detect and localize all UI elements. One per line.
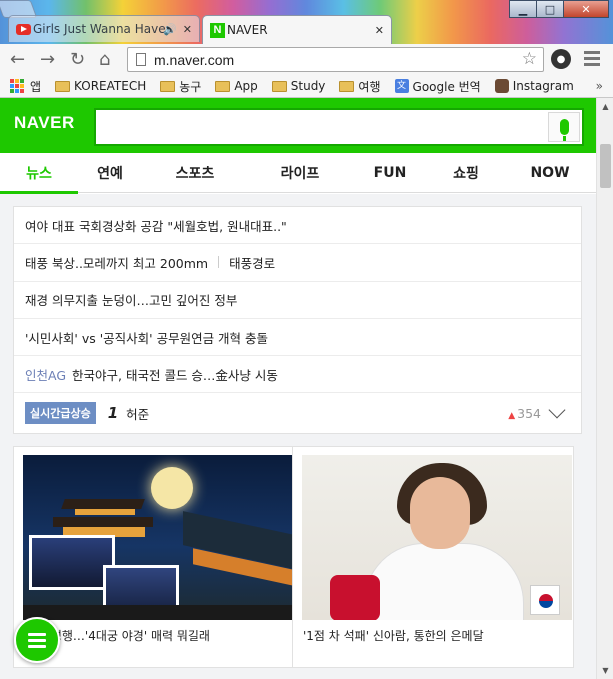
bookmark-koreatech[interactable]: KOREATECH bbox=[55, 79, 146, 93]
realtime-trending[interactable]: 실시간급상승 1 허준 ▲ 354 bbox=[14, 393, 581, 433]
trending-keyword: 허준 bbox=[126, 406, 150, 422]
typhoon-route-link[interactable]: 태풍경로 bbox=[229, 253, 275, 272]
google-translate-icon: 文 bbox=[394, 79, 409, 93]
vertical-scrollbar[interactable]: ▲ ▼ bbox=[596, 98, 613, 679]
arrow-up-icon: ▲ bbox=[508, 410, 516, 421]
folder-icon bbox=[271, 80, 287, 92]
tab-news[interactable]: 뉴스 bbox=[0, 153, 78, 194]
tab-title: NAVER bbox=[227, 23, 268, 37]
bookmark-google-translate[interactable]: 文 Google 번역 bbox=[394, 78, 481, 95]
bookmark-instagram[interactable]: Instagram bbox=[494, 79, 574, 93]
moon bbox=[151, 467, 193, 509]
tab-shopping[interactable]: 쇼핑 bbox=[428, 153, 504, 193]
photo-caption: '1점 차 석패' 신아람, 통한의 은메달 bbox=[303, 629, 484, 643]
scroll-up-icon[interactable]: ▲ bbox=[597, 98, 613, 115]
floating-menu-button[interactable] bbox=[14, 617, 60, 663]
tab-naver[interactable]: N NAVER ✕ bbox=[202, 15, 392, 44]
tab-entertainment[interactable]: 연예 bbox=[78, 153, 142, 193]
headline-item[interactable]: 재경 의무지출 눈덩이…고민 깊어진 정부 bbox=[14, 282, 581, 319]
tab-youtube[interactable]: Girls Just Wanna Have 🔊 ✕ bbox=[8, 15, 200, 42]
extension-icon[interactable]: ● bbox=[551, 49, 571, 69]
naver-logo[interactable]: NAVER bbox=[14, 113, 75, 133]
page-icon bbox=[136, 53, 146, 66]
scroll-down-icon[interactable]: ▼ bbox=[597, 662, 613, 679]
tab-life[interactable]: 라이프 bbox=[248, 153, 352, 193]
headline-item[interactable]: 인천AG 한국야구, 태국전 콜드 승…金사냥 시동 bbox=[14, 356, 581, 394]
back-icon[interactable]: ← bbox=[10, 49, 25, 70]
trending-rank: 1 bbox=[107, 404, 119, 423]
tab-sports[interactable]: 스포츠 bbox=[142, 153, 248, 193]
speaker-icon: 🔊 bbox=[163, 22, 177, 36]
trending-badge: 실시간급상승 bbox=[25, 402, 96, 425]
bookmark-basketball[interactable]: 농구 bbox=[160, 78, 201, 95]
naver-icon: N bbox=[210, 22, 225, 38]
naver-header: NAVER bbox=[0, 98, 596, 153]
scroll-thumb[interactable] bbox=[600, 144, 611, 188]
tab-fun[interactable]: FUN bbox=[352, 153, 428, 193]
tab-now[interactable]: NOW bbox=[504, 153, 596, 193]
tab-title: Girls Just Wanna Have bbox=[33, 22, 166, 36]
apps-icon bbox=[10, 79, 24, 93]
divider bbox=[218, 256, 220, 269]
trending-count: ▲ 354 bbox=[508, 405, 541, 421]
fencer-photo bbox=[302, 455, 572, 620]
headline-item[interactable]: 여야 대표 국회경상화 공감 "세월호법, 원내대표.." bbox=[14, 207, 581, 245]
close-tab-icon[interactable]: ✕ bbox=[375, 24, 384, 37]
minimize-button[interactable]: ▁ bbox=[509, 0, 537, 18]
photo-news-card[interactable]: '1점 차 석패' 신아람, 통한의 은메달 bbox=[292, 446, 574, 668]
home-icon[interactable]: ⌂ bbox=[99, 49, 110, 70]
photo-caption: …지 성행…'4대궁 야경' 매력 뭐길래 bbox=[24, 629, 210, 643]
youtube-icon bbox=[16, 23, 31, 35]
forward-icon[interactable]: → bbox=[40, 49, 55, 70]
chevron-down-icon[interactable] bbox=[548, 401, 566, 419]
browser-toolbar: ← → ↻ ⌂ m.naver.com ☆ ● bbox=[0, 44, 613, 75]
folder-icon bbox=[215, 80, 231, 92]
bookmarks-bar: 앱 KOREATECH 농구 App Study 여행 文 Google 번역 I… bbox=[0, 75, 613, 98]
bookmark-app[interactable]: App bbox=[215, 79, 258, 93]
voice-search-button[interactable] bbox=[548, 112, 580, 142]
headline-list: 여야 대표 국회경상화 공감 "세월호법, 원내대표.." 태풍 북상..모레까… bbox=[13, 206, 582, 434]
address-bar[interactable]: m.naver.com ☆ bbox=[127, 47, 544, 72]
microphone-icon bbox=[559, 119, 569, 141]
palace-night-photo bbox=[23, 455, 293, 620]
url-text: m.naver.com bbox=[154, 51, 235, 68]
maximize-button[interactable]: □ bbox=[536, 0, 564, 18]
folder-icon bbox=[160, 80, 176, 92]
window-controls: ▁ □ ✕ bbox=[509, 0, 609, 18]
headline-item[interactable]: 태풍 북상..모레까지 최고 200mm 태풍경로 bbox=[14, 244, 581, 282]
headline-item[interactable]: '시민사회' vs '공직사회' 공무원연금 개혁 충돌 bbox=[14, 319, 581, 357]
folder-icon bbox=[339, 80, 355, 92]
close-tab-icon[interactable]: ✕ bbox=[183, 23, 192, 36]
bookmark-apps[interactable]: 앱 bbox=[10, 78, 41, 95]
reload-icon[interactable]: ↻ bbox=[70, 49, 85, 70]
asian-games-tag: 인천AG bbox=[25, 367, 67, 383]
bookmark-study[interactable]: Study bbox=[271, 79, 325, 93]
bookmark-travel[interactable]: 여행 bbox=[339, 78, 381, 95]
close-window-button[interactable]: ✕ bbox=[563, 0, 609, 18]
page-viewport: NAVER 뉴스 연예 스포츠 라이프 FUN 쇼핑 NOW 여야 대표 국회경… bbox=[0, 98, 613, 679]
bookmarks-more-icon[interactable]: » bbox=[596, 79, 603, 93]
instagram-icon bbox=[494, 79, 509, 93]
folder-icon bbox=[55, 80, 71, 92]
bookmark-star-icon[interactable]: ☆ bbox=[522, 49, 537, 69]
korean-flag bbox=[530, 585, 560, 615]
search-input[interactable] bbox=[94, 108, 584, 146]
chrome-menu-icon[interactable] bbox=[584, 51, 600, 69]
category-menu: 뉴스 연예 스포츠 라이프 FUN 쇼핑 NOW bbox=[0, 153, 596, 194]
